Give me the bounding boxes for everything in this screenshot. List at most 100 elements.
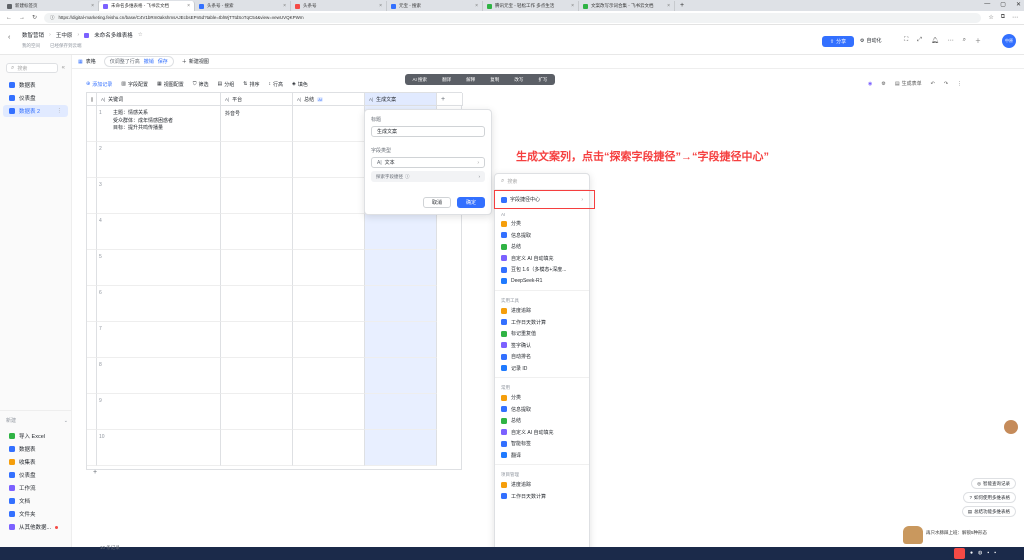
shortcut-item[interactable]: 分类 — [495, 392, 589, 404]
shortcut-item[interactable]: 进度追踪 — [495, 479, 589, 491]
shortcut-item[interactable]: 自定义 AI 自动填充 — [495, 253, 589, 265]
close-tab-icon[interactable]: × — [571, 3, 574, 9]
minimize-icon[interactable]: — — [984, 1, 990, 8]
sidebar-new-item[interactable]: 文档 — [3, 495, 69, 507]
table-cell[interactable] — [97, 142, 221, 178]
close-tab-icon[interactable]: × — [475, 3, 478, 9]
browser-tab[interactable]: 头条号 - 搜索 × — [195, 1, 291, 11]
table-cell[interactable] — [365, 250, 437, 286]
table-cell[interactable] — [221, 214, 293, 250]
dropdown-search-input[interactable]: ⌕ 搜索 — [495, 174, 589, 190]
table-cell[interactable] — [97, 430, 221, 466]
shortcut-item[interactable]: 签字确认 — [495, 340, 589, 352]
table-cell[interactable] — [293, 286, 365, 322]
column-header[interactable]: A| 总结 AI — [293, 93, 365, 106]
row-number-cell[interactable] — [87, 106, 97, 142]
mascot-text[interactable]: 再只水豚踩上班：解锁5种形态 — [926, 530, 987, 536]
star-icon[interactable]: ☆ — [138, 32, 143, 38]
mascot-icon[interactable] — [903, 526, 923, 544]
bell-icon[interactable]: 🔔︎ — [931, 37, 939, 44]
toolbar-item[interactable]: ⇅ 排序 — [243, 81, 259, 88]
toolbar-item[interactable]: ⛉ 筛选 — [193, 81, 209, 88]
cancel-button[interactable]: 取消 — [423, 197, 451, 208]
generate-form-button[interactable]: ▤ 生成表单 — [895, 80, 922, 88]
new-tab-icon[interactable]: + — [675, 2, 689, 9]
location-text[interactable]: 我的空间 — [22, 43, 40, 49]
shortcut-item[interactable]: 总结 — [495, 415, 589, 427]
undo-icon[interactable]: ↶ — [931, 81, 935, 87]
table-cell[interactable] — [97, 358, 221, 394]
site-info-icon[interactable]: ⓘ — [50, 15, 55, 21]
expand-icon[interactable]: ⤢ — [917, 37, 922, 44]
browser-tab[interactable]: 头条号 × — [291, 1, 387, 11]
forward-icon[interactable]: → — [19, 15, 25, 21]
new-view-button[interactable]: ＋ 新建视图 — [182, 58, 209, 65]
extensions-icon[interactable]: ⧉ — [1001, 14, 1005, 21]
field-title-input[interactable]: 生成文案 — [371, 126, 485, 137]
toolbar-more-icon[interactable]: ⋮ — [957, 81, 962, 87]
table-cell[interactable] — [97, 250, 221, 286]
avatar[interactable]: 中原 — [1002, 34, 1016, 48]
shortcut-item[interactable]: 翻译 — [495, 450, 589, 462]
close-tab-icon[interactable]: × — [667, 3, 670, 9]
shortcut-item[interactable]: 豆包 1.6（多模态+深度... — [495, 264, 589, 276]
shortcut-item[interactable]: 记录 ID — [495, 363, 589, 375]
table-cell[interactable] — [221, 250, 293, 286]
sidebar-search-input[interactable]: ⌕ 搜索 — [6, 63, 58, 73]
reload-icon[interactable]: ↻ — [32, 14, 37, 21]
tray-icon[interactable]: ▪ — [994, 550, 996, 556]
sidebar-new-item[interactable]: 从其他数据... — [3, 521, 69, 533]
explore-shortcut-button[interactable]: 探索字段捷径 ⓘ › — [371, 171, 485, 182]
table-cell[interactable] — [293, 430, 365, 466]
table-cell[interactable] — [293, 358, 365, 394]
row-number-cell[interactable] — [87, 214, 97, 250]
toolbar-item[interactable]: ▤ 分组 — [218, 81, 235, 88]
column-header[interactable]: A| 生成文案 — [365, 93, 437, 106]
back-icon[interactable]: ← — [6, 15, 12, 21]
table-cell[interactable] — [293, 394, 365, 430]
table-cell[interactable] — [365, 214, 437, 250]
shortcut-item[interactable]: 信息提取 — [495, 404, 589, 416]
tray-icon[interactable]: ● — [970, 550, 973, 556]
table-cell[interactable] — [365, 286, 437, 322]
shortcut-item[interactable]: 总结 — [495, 241, 589, 253]
table-cell[interactable] — [97, 322, 221, 358]
redo-icon[interactable]: ↷ — [944, 81, 948, 87]
shortcut-item[interactable]: 分类 — [495, 218, 589, 230]
sidebar-item[interactable]: 数据表 — [3, 79, 68, 91]
close-window-icon[interactable]: ✕ — [1016, 1, 1021, 8]
sidebar-item[interactable]: 数据表 2 ⋮ — [3, 105, 68, 117]
toolbar-item[interactable]: ▦ 视图配置 — [157, 81, 184, 88]
bookmark-icon[interactable]: ☆ — [988, 14, 993, 21]
url-field[interactable]: ⓘ https://digital-marketing.feishu.cn/ba… — [44, 12, 982, 23]
tray-icon[interactable]: ▪ — [987, 550, 989, 556]
browser-menu-icon[interactable]: ⋯ — [1012, 14, 1018, 21]
add-row-icon[interactable]: + — [93, 469, 97, 476]
breadcrumb-sub[interactable]: 王中原 — [56, 31, 73, 39]
sidebar-item[interactable]: 仪表盘 — [3, 92, 68, 104]
summary-feature-button[interactable]: ▤ 总结功能多维表格 — [961, 506, 1016, 517]
row-number-cell[interactable] — [87, 286, 97, 322]
field-type-select[interactable]: A| 文本 › — [371, 157, 485, 168]
column-header[interactable]: A| 平台 — [221, 93, 293, 106]
table-cell[interactable] — [365, 322, 437, 358]
table-cell[interactable] — [365, 394, 437, 430]
plus-icon[interactable]: ＋ — [975, 36, 981, 45]
table-cell[interactable] — [97, 286, 221, 322]
add-column-cell[interactable]: + — [437, 93, 463, 106]
sidebar-new-item[interactable]: 文件夹 — [3, 508, 69, 520]
taskbar-app-icon[interactable] — [954, 548, 965, 559]
table-cell[interactable] — [221, 178, 293, 214]
row-number-cell[interactable] — [87, 358, 97, 394]
close-tab-icon[interactable]: × — [379, 3, 382, 9]
table-cell[interactable] — [221, 430, 293, 466]
table-cell[interactable] — [293, 178, 365, 214]
breadcrumb-parent[interactable]: 数智营销 — [22, 31, 44, 39]
browser-tab[interactable]: 未命名多维表格 - 飞书云文档 × — [99, 1, 195, 11]
row-number-cell[interactable] — [87, 178, 97, 214]
close-tab-icon[interactable]: × — [91, 3, 94, 9]
row-number-cell[interactable] — [87, 250, 97, 286]
toolbar-item[interactable]: ⊕ 添加记录 — [86, 81, 112, 88]
collapse-sidebar-icon[interactable]: « — [62, 65, 65, 71]
toolbar-item[interactable]: ◈ 填色 — [292, 81, 308, 88]
